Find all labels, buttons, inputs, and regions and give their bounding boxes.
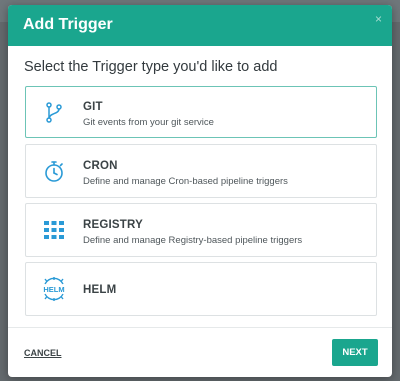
next-button[interactable]: NEXT [332, 339, 378, 366]
trigger-option-name: HELM [83, 284, 117, 296]
trigger-option-description: Define and manage Registry-based pipelin… [83, 235, 303, 246]
close-icon[interactable]: × [375, 12, 382, 26]
modal-title: Add Trigger [23, 16, 113, 33]
trigger-option-description: Git events from your git service [83, 117, 214, 128]
trigger-option-helm[interactable]: HELM HELM [25, 262, 377, 316]
modal-header: Add Trigger × [8, 5, 392, 46]
trigger-option-registry[interactable]: REGISTRY Define and manage Registry-base… [25, 203, 377, 257]
trigger-option-name: CRON [83, 160, 118, 172]
helm-icon-text: HELM [43, 285, 64, 294]
helm-icon: HELM [43, 277, 65, 301]
add-trigger-modal: Add Trigger × Select the Trigger type yo… [8, 5, 392, 377]
modal-subtitle: Select the Trigger type you'd like to ad… [24, 59, 278, 75]
trigger-option-description: Define and manage Cron-based pipeline tr… [83, 176, 288, 187]
trigger-option-cron[interactable]: CRON Define and manage Cron-based pipeli… [25, 144, 377, 198]
trigger-option-git[interactable]: GIT Git events from your git service [25, 86, 377, 138]
trigger-option-name: GIT [83, 101, 103, 113]
grid-icon [44, 221, 64, 239]
git-branch-icon [46, 102, 62, 123]
cancel-button[interactable]: CANCEL [24, 348, 62, 358]
modal-footer: CANCEL NEXT [8, 327, 392, 377]
trigger-option-name: REGISTRY [83, 219, 143, 231]
stopwatch-icon [45, 161, 63, 182]
